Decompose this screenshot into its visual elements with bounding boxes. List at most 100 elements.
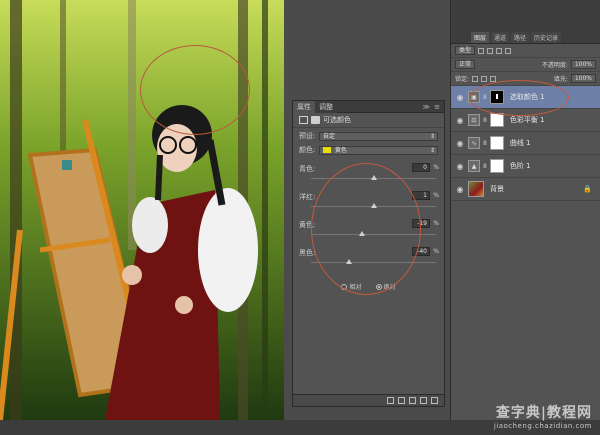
slider-track[interactable] (311, 262, 436, 263)
tab-layers[interactable]: 图层 (471, 32, 490, 43)
lock-transparent-icon[interactable] (472, 75, 479, 82)
eye-icon[interactable]: ◉ (455, 162, 465, 171)
eye-icon[interactable]: ◉ (455, 116, 465, 125)
radio-absolute-dot (375, 283, 382, 290)
selective-color-icon: ▣ (468, 91, 480, 103)
eye-icon[interactable]: ◉ (455, 185, 465, 194)
filter-pixel-icon[interactable] (478, 47, 485, 54)
slider-thumb[interactable] (371, 203, 378, 208)
lock-row: 锁定: 填充: 100% (451, 72, 600, 86)
slider-magenta-input[interactable]: 1 (412, 191, 430, 200)
layers-tabs: 图层 通道 路径 历史记录 (451, 0, 600, 44)
colors-label: 颜色: (299, 146, 316, 154)
layer-thumbnail[interactable] (468, 181, 484, 197)
levels-icon: ▲ (468, 160, 480, 172)
layers-panel: 图层 通道 路径 历史记录 类型 正常 不透明度: 100% 锁定: 填充: 1… (450, 0, 600, 420)
filter-shape-icon[interactable] (505, 47, 512, 54)
slider-track[interactable] (311, 234, 436, 235)
filter-type-icon[interactable] (496, 47, 503, 54)
layer-name: 选取颜色 1 (509, 93, 545, 101)
clip-to-layer-icon[interactable] (387, 397, 394, 404)
layer-row[interactable]: ◉ ▲ 8 色阶 1 (451, 155, 600, 178)
fill-label: 填充: (553, 76, 568, 83)
curves-icon: ∿ (468, 137, 480, 149)
watermark-title: 查字典|教程网 (495, 405, 592, 421)
mask-icon[interactable] (311, 116, 320, 124)
link-icon[interactable]: 8 (483, 94, 487, 101)
opacity-label: 不透明度: (541, 62, 568, 69)
blend-mode-select[interactable]: 正常 (455, 60, 476, 69)
radio-relative[interactable]: 相对 (341, 282, 362, 291)
lock-label: 锁定: (455, 76, 470, 83)
layer-name: 色阶 1 (509, 162, 531, 170)
view-previous-icon[interactable] (398, 397, 405, 404)
preset-label: 预设: (299, 132, 316, 140)
layer-row[interactable]: ◉ 背景 🔒 (451, 178, 600, 201)
properties-panel: 属性 调整 ≫ ≡ 可选颜色 预设: 自定 ⇕ 颜色: 黄色 ⇕ 青色: 0 %… (292, 100, 445, 407)
colors-row: 颜色: 黄色 ⇕ (293, 144, 444, 156)
slider-cyan-label: 青色: (299, 165, 316, 173)
layer-row[interactable]: ◉ ▣ 8 选取颜色 1 (451, 86, 600, 109)
visibility-icon[interactable] (420, 397, 427, 404)
lock-icon: 🔒 (583, 185, 592, 193)
layer-name: 色彩平衡 1 (509, 116, 545, 124)
watermark: 查字典|教程网 jiaocheng.chazidian.com (494, 402, 592, 430)
tab-properties[interactable]: 属性 (293, 100, 315, 113)
percent-sign: % (433, 164, 439, 171)
layer-mask-thumbnail[interactable] (489, 136, 504, 150)
preset-select[interactable]: 自定 ⇕ (319, 131, 438, 141)
percent-sign: % (433, 248, 439, 255)
tab-channels[interactable]: 通道 (491, 32, 510, 43)
slider-thumb[interactable] (370, 175, 377, 180)
layer-name: 背景 (490, 185, 504, 193)
layer-row[interactable]: ◉ ⚖ 8 色彩平衡 1 (451, 109, 600, 132)
percent-sign: % (433, 192, 439, 199)
layer-row[interactable]: ◉ ∿ 8 曲线 1 (451, 132, 600, 155)
link-icon[interactable]: 8 (483, 140, 487, 147)
slider-magenta: 洋红: 1 % (293, 191, 444, 212)
radio-absolute[interactable]: 绝对 (375, 282, 396, 291)
reset-icon[interactable] (409, 397, 416, 404)
lock-image-icon[interactable] (481, 75, 488, 82)
radio-relative-dot (341, 283, 348, 290)
method-radio-group: 相对 绝对 (293, 282, 444, 291)
slider-thumb[interactable] (358, 231, 365, 236)
slider-black-label: 黑色: (299, 249, 316, 257)
filter-row: 类型 (451, 44, 600, 58)
eye-icon[interactable]: ◉ (455, 93, 465, 102)
tab-paths[interactable]: 路径 (511, 32, 530, 43)
layer-mask-thumbnail[interactable] (489, 90, 504, 104)
tab-adjustments[interactable]: 调整 (315, 100, 337, 113)
slider-black-input[interactable]: -40 (412, 247, 430, 256)
chevron-down-icon: ⇕ (429, 132, 435, 140)
trash-icon[interactable] (431, 397, 438, 404)
layer-name: 曲线 1 (509, 139, 531, 147)
colors-select[interactable]: 黄色 ⇕ (319, 145, 438, 155)
slider-yellow-input[interactable]: -19 (412, 219, 430, 228)
filter-adjustment-icon[interactable] (487, 47, 494, 54)
opacity-input[interactable]: 100% (570, 60, 596, 69)
slider-black: 黑色: -40 % (293, 247, 444, 268)
fill-input[interactable]: 100% (570, 74, 596, 83)
adjustment-title: 可选颜色 (323, 116, 351, 124)
lock-position-icon[interactable] (490, 75, 497, 82)
radio-relative-label: 相对 (349, 284, 362, 291)
panel-menu-icon[interactable]: ≫ ≡ (423, 103, 444, 111)
properties-footer (293, 394, 444, 406)
link-icon[interactable]: 8 (483, 117, 487, 124)
link-icon[interactable]: 8 (483, 163, 487, 170)
layer-mask-thumbnail[interactable] (489, 159, 504, 173)
radio-absolute-label: 绝对 (383, 284, 396, 291)
preset-value: 自定 (323, 132, 336, 140)
slider-cyan-input[interactable]: 0 (412, 163, 430, 172)
kind-filter-select[interactable]: 类型 (455, 46, 476, 55)
tab-history[interactable]: 历史记录 (531, 32, 562, 43)
photo-canvas[interactable] (0, 0, 284, 420)
layer-mask-thumbnail[interactable] (489, 113, 504, 127)
color-balance-icon: ⚖ (468, 114, 480, 126)
slider-thumb[interactable] (345, 259, 352, 264)
percent-sign: % (433, 220, 439, 227)
preset-row: 预设: 自定 ⇕ (293, 130, 444, 142)
color-swatch (323, 147, 331, 153)
eye-icon[interactable]: ◉ (455, 139, 465, 148)
